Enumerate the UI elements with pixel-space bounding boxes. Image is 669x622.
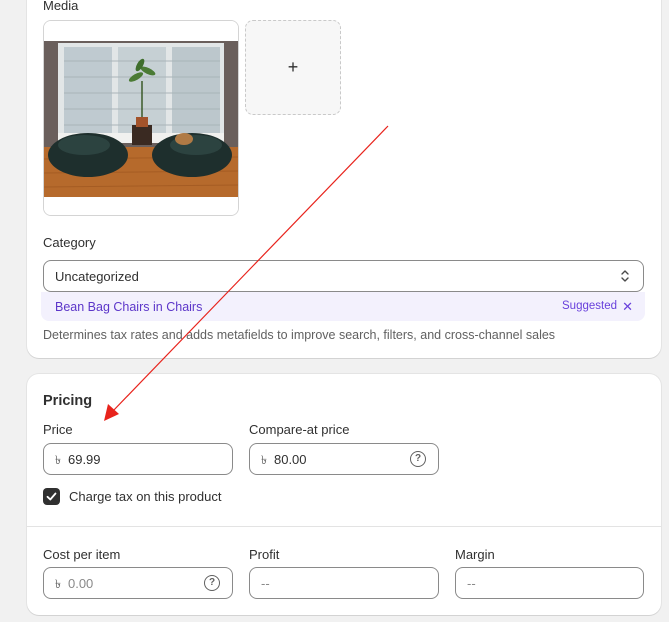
profit-field: --	[249, 567, 439, 599]
category-select[interactable]: Uncategorized	[43, 260, 644, 292]
cost-per-item-label: Cost per item	[43, 547, 121, 562]
compare-at-price-label: Compare-at price	[249, 422, 350, 437]
price-input[interactable]: ৳ 69.99	[43, 443, 233, 475]
chevron-up-down-icon	[619, 268, 631, 287]
price-label: Price	[43, 422, 73, 437]
margin-label: Margin	[455, 547, 495, 562]
question-circle-icon[interactable]: ?	[410, 451, 426, 467]
category-select-value: Uncategorized	[55, 269, 139, 284]
checkmark-icon	[46, 492, 57, 501]
section-divider	[27, 526, 661, 527]
product-image-thumbnail[interactable]	[43, 20, 239, 216]
suggestion-connector: in	[153, 300, 163, 314]
compare-at-price-input[interactable]: ৳ 80.00 ?	[249, 443, 439, 475]
currency-symbol: ৳	[261, 453, 267, 467]
pricing-card: Pricing Price ৳ 69.99 Compare-at price ৳ 8…	[27, 374, 661, 615]
media-category-card: Media + Category Uncategorized Bean Bag …	[27, 0, 661, 358]
category-label: Category	[43, 235, 96, 250]
margin-field: --	[455, 567, 644, 599]
currency-symbol: ৳	[55, 577, 61, 591]
suggested-category-name: Bean Bag Chairs	[55, 300, 150, 314]
suggestion-text: Bean Bag Chairs in Chairs	[55, 300, 202, 314]
close-icon[interactable]: ✕	[622, 299, 633, 315]
suggested-category-parent: Chairs	[166, 300, 203, 314]
category-suggestion[interactable]: Bean Bag Chairs in Chairs Suggested ✕	[41, 292, 645, 321]
profit-label: Profit	[249, 547, 280, 562]
media-label: Media	[43, 0, 79, 13]
charge-tax-checkbox[interactable]	[43, 488, 60, 505]
category-help-text: Determines tax rates and adds metafields…	[43, 328, 556, 342]
currency-symbol: ৳	[55, 453, 61, 467]
pricing-title: Pricing	[43, 393, 93, 409]
cost-per-item-input[interactable]: ৳ 0.00 ?	[43, 567, 233, 599]
question-circle-icon[interactable]: ?	[204, 575, 220, 591]
profit-value: --	[261, 576, 270, 591]
add-media-button[interactable]: +	[245, 20, 341, 115]
price-value: 69.99	[67, 452, 101, 467]
suggested-badge: Suggested	[562, 300, 617, 312]
compare-at-price-value: 80.00	[273, 452, 307, 467]
bean-bag-room-image	[44, 21, 238, 215]
charge-tax-label: Charge tax on this product	[69, 489, 222, 504]
cost-per-item-placeholder: 0.00	[67, 576, 94, 591]
margin-value: --	[467, 576, 476, 591]
